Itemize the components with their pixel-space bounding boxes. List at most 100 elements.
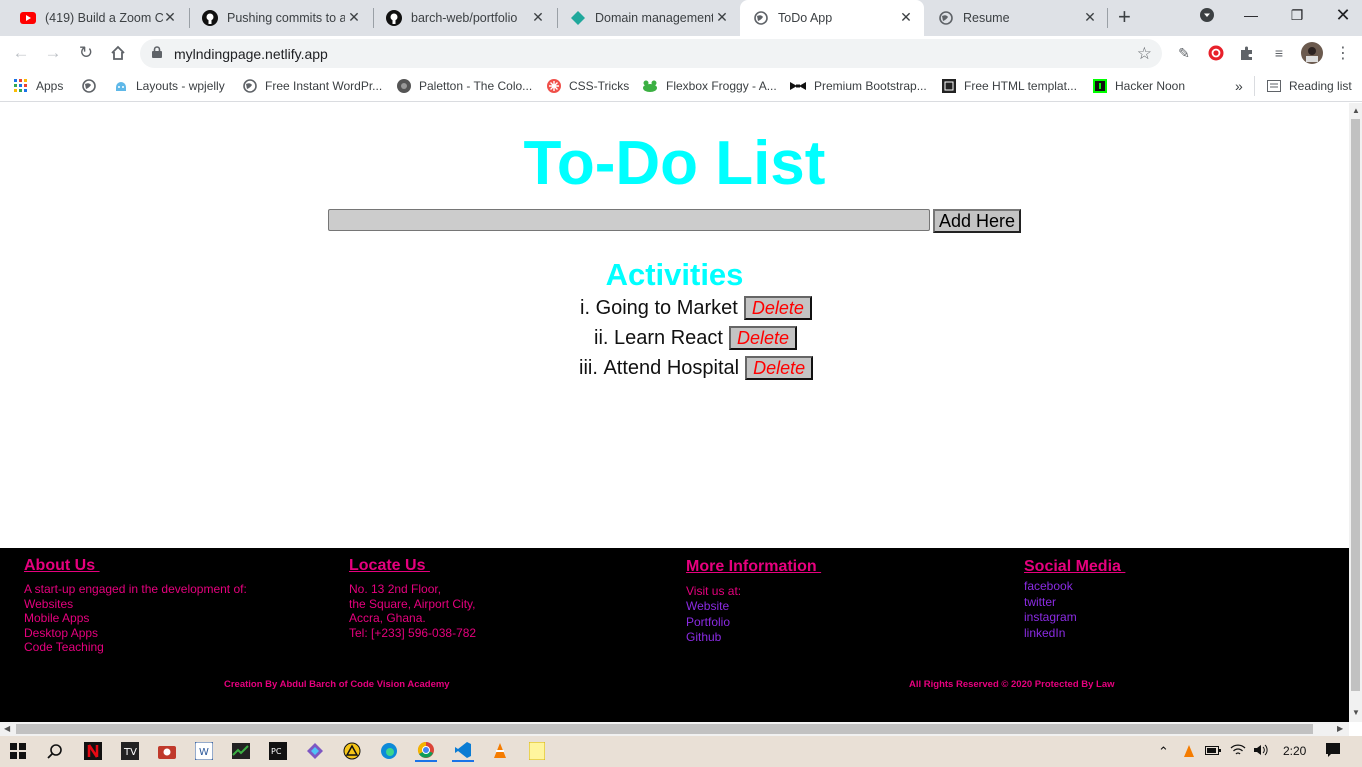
url-text: mylndingpage.netlify.app [174, 45, 328, 62]
extensions-puzzle-icon[interactable] [1238, 44, 1256, 62]
volume-icon[interactable] [1253, 744, 1269, 759]
close-icon[interactable]: ✕ [346, 9, 362, 26]
bookmark-star-icon[interactable]: ☆ [1137, 44, 1152, 64]
sticky-notes-icon[interactable] [526, 740, 548, 762]
profile-avatar[interactable] [1301, 42, 1323, 64]
footer-link-github[interactable]: Github [686, 630, 821, 646]
back-icon[interactable]: ← [10, 42, 32, 64]
wifi-icon[interactable] [1230, 744, 1246, 759]
task-manager-icon[interactable] [230, 740, 252, 762]
delete-button[interactable]: Delete [743, 296, 812, 320]
scroll-down-icon[interactable]: ▼ [1352, 708, 1360, 717]
tab-resume[interactable]: Resume ✕ [918, 0, 1108, 36]
vertical-scroll-thumb[interactable] [1351, 119, 1360, 691]
close-icon[interactable]: ✕ [162, 9, 178, 26]
tab-strip: (419) Build a Zoom Clo ✕ Pushing commits… [0, 0, 1362, 36]
vlc-icon[interactable] [489, 740, 511, 762]
page-title: To-Do List [523, 129, 826, 198]
scroll-left-icon[interactable]: ◀ [4, 724, 10, 733]
tab-title: (419) Build a Zoom Clo [45, 11, 163, 25]
window-close-icon[interactable]: ✕ [1323, 0, 1362, 30]
bookmark-wpjelly[interactable]: Layouts - wpjelly [114, 77, 225, 95]
footer-link-portfolio[interactable]: Portfolio [686, 615, 821, 631]
horizontal-scrollbar[interactable]: ◀ ▶ [0, 722, 1349, 736]
css-tricks-icon [547, 79, 561, 93]
close-icon[interactable]: ✕ [898, 9, 914, 26]
bookmark-premium-bootstrap[interactable]: Premium Bootstrap... [790, 77, 927, 95]
footer-link-instagram[interactable]: instagram [1024, 610, 1125, 626]
footer-link-twitter[interactable]: twitter [1024, 595, 1125, 611]
tab-todo-app[interactable]: ToDo App ✕ [740, 0, 924, 36]
tray-expand-icon[interactable]: ⌃ [1158, 744, 1169, 760]
reload-icon[interactable]: ↻ [75, 42, 97, 64]
edge-icon[interactable] [378, 740, 400, 762]
svg-text:PC: PC [271, 747, 282, 756]
netflix-icon[interactable] [82, 740, 104, 762]
vertical-scrollbar[interactable]: ▲ ▼ [1349, 103, 1362, 722]
footer-link-facebook[interactable]: facebook [1024, 579, 1125, 595]
horizontal-scroll-thumb[interactable] [16, 724, 1313, 734]
bookmark-hacker-noon[interactable]: Hacker Noon [1093, 77, 1185, 95]
bookmark-globe[interactable] [82, 77, 104, 95]
footer-text: Tel: [+233] 596-038-782 [349, 625, 477, 640]
close-icon[interactable]: ✕ [714, 9, 730, 26]
pycharm-icon[interactable]: PC [267, 740, 289, 762]
tab-github-commits[interactable]: Pushing commits to a ✕ [182, 0, 372, 36]
add-button[interactable]: Add Here [933, 209, 1021, 233]
tab-github-portfolio[interactable]: barch-web/portfolio ✕ [366, 0, 556, 36]
arduino-icon[interactable] [341, 740, 363, 762]
home-icon[interactable] [107, 42, 129, 64]
bookmark-wordpress[interactable]: Free Instant WordPr... [243, 77, 382, 95]
footer-link-linkedin[interactable]: linkedIn [1024, 626, 1125, 642]
windows-start-icon[interactable] [7, 740, 29, 762]
scroll-right-icon[interactable]: ▶ [1337, 724, 1343, 733]
item-marker: iii. [579, 356, 598, 379]
vlc-tray-icon[interactable] [1182, 744, 1196, 761]
footer-text: Accra, Ghana. [349, 611, 426, 625]
footer-text: A start-up engaged in the development of… [24, 582, 247, 596]
browser-toolbar: ← → ↻ mylndingpage.netlify.app ☆ ✎ ≡ ⋮ [0, 36, 1362, 70]
bookmark-free-html[interactable]: Free HTML templat... [942, 77, 1077, 95]
bookmark-paletton[interactable]: Paletton - The Colo... [397, 77, 532, 95]
chrome-icon[interactable] [415, 740, 437, 762]
menu-dots-icon[interactable]: ⋮ [1334, 44, 1352, 62]
restore-icon[interactable]: ❐ [1277, 0, 1317, 30]
forward-icon[interactable]: → [42, 42, 64, 64]
delete-button[interactable]: Delete [728, 326, 798, 350]
tv-app-icon[interactable]: TV [119, 740, 141, 762]
search-icon[interactable] [44, 740, 66, 762]
footer-text: Mobile Apps [24, 611, 90, 625]
tab-netlify[interactable]: Domain management ✕ [550, 0, 740, 36]
bookmark-flexbox-froggy[interactable]: Flexbox Froggy - A... [642, 77, 777, 95]
footer-link-website[interactable]: Website [686, 599, 821, 615]
extension-red-icon[interactable] [1207, 44, 1225, 62]
lock-icon [152, 45, 162, 63]
bowtie-icon [790, 79, 806, 93]
recorder-icon[interactable] [156, 740, 178, 762]
close-icon[interactable]: ✕ [530, 9, 546, 26]
notifications-icon[interactable] [1325, 742, 1341, 761]
bookmark-label: Layouts - wpjelly [136, 79, 225, 93]
tab-youtube[interactable]: (419) Build a Zoom Clo ✕ [0, 0, 188, 36]
globe-icon [753, 10, 769, 26]
more-bookmarks-button[interactable]: » [1235, 77, 1243, 95]
todo-input[interactable] [328, 209, 930, 231]
vscode-icon[interactable] [452, 740, 474, 762]
scroll-up-icon[interactable]: ▲ [1352, 106, 1360, 115]
close-icon[interactable]: ✕ [1082, 9, 1098, 26]
tab-search-icon[interactable] [1187, 0, 1227, 30]
minimize-icon[interactable]: — [1231, 0, 1271, 30]
bookmark-apps[interactable]: Apps [14, 77, 63, 95]
clock-time[interactable]: 2:20 [1283, 744, 1306, 758]
eyedropper-icon[interactable]: ✎ [1175, 44, 1193, 62]
bookmark-css-tricks[interactable]: CSS-Tricks [547, 77, 629, 95]
reading-list-button[interactable]: Reading list [1267, 77, 1352, 95]
delete-button[interactable]: Delete [745, 356, 814, 380]
media-control-icon[interactable]: ≡ [1270, 44, 1288, 62]
list-item: iii. Attend Hospital Delete [579, 353, 814, 383]
battery-icon[interactable] [1205, 744, 1221, 759]
new-tab-button[interactable]: + [1118, 6, 1131, 28]
git-kraken-icon[interactable] [304, 740, 326, 762]
word-icon[interactable]: W [193, 740, 215, 762]
address-bar[interactable]: mylndingpage.netlify.app ☆ [140, 39, 1162, 68]
